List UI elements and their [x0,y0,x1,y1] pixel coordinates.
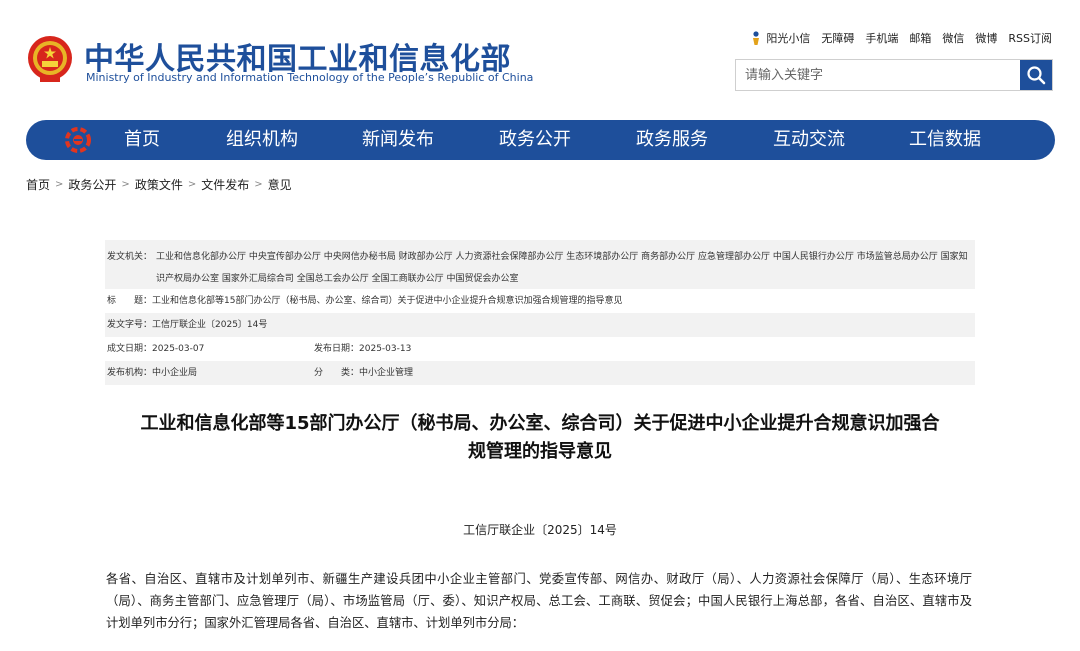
breadcrumb-current[interactable]: 意见 [268,176,292,193]
top-link-sunshine[interactable]: 阳光小信 [751,30,810,46]
info-label-organs: 发文机关： [107,252,153,262]
top-link-mail[interactable]: 邮箱 [909,30,931,46]
info-label-published: 发布日期： [314,344,360,354]
info-row-title: 标 题： 工业和信息化部等15部门办公厅（秘书局、办公室、综合司）关于促进中小企… [105,289,975,313]
info-row-agency: 发布机构： 中小企业局 分 类： 中小企业管理 [105,361,975,385]
info-row-dates: 成文日期： 2025-03-07 发布日期： 2025-03-13 [105,337,975,361]
top-link-mobile[interactable]: 手机端 [865,30,898,46]
top-link-rss[interactable]: RSS订阅 [1008,30,1052,46]
main-nav: 首页 组织机构 新闻发布 政务公开 政务服务 互动交流 工信数据 [26,120,1055,160]
document-number: 工信厅联企业〔2025〕14号 [463,523,617,537]
document-addressees: 各省、自治区、直辖市及计划单列市、新疆生产建设兵团中小企业主管部门、党委宣传部、… [106,572,972,630]
search-icon [1027,66,1046,85]
nav-item-organization[interactable]: 组织机构 [226,120,298,160]
nav-item-government-services[interactable]: 政务服务 [636,120,708,160]
breadcrumb-home[interactable]: 首页 [26,176,50,193]
document-title-line-2: 规管理的指导意见 [468,441,612,462]
national-emblem-icon[interactable] [26,34,74,84]
info-value-agency: 中小企业局 [152,368,198,378]
nav-item-interaction[interactable]: 互动交流 [773,120,845,160]
breadcrumb-separator-icon: > [121,179,130,190]
info-label-agency: 发布机构： [107,368,153,378]
breadcrumb-release[interactable]: 文件发布 [201,176,249,193]
info-label-docno: 发文字号： [107,320,153,330]
search-button[interactable] [1020,60,1052,90]
site-header: 中华人民共和国工业和信息化部 Ministry of Industry and … [0,0,1080,110]
info-value-docno: 工信厅联企业〔2025〕14号 [152,320,268,330]
top-link-accessibility[interactable]: 无障碍 [821,30,854,46]
info-value-title: 工业和信息化部等15部门办公厅（秘书局、办公室、综合司）关于促进中小企业提升合规… [152,296,623,306]
search-box [735,59,1053,91]
info-label-category: 分 类： [314,368,360,378]
document-title: 工业和信息化部等15部门办公厅（秘书局、办公室、综合司）关于促进中小企业提升合规… [108,410,972,466]
info-cell-written: 成文日期： 2025-03-07 [107,337,314,361]
sunshine-person-icon [753,31,760,45]
breadcrumb-separator-icon: > [55,179,64,190]
info-row-organs: 发文机关： 工业和信息化部办公厅 中央宣传部办公厅 中央网信办秘书局 财政部办公… [105,240,975,289]
info-row-docno: 发文字号： 工信厅联企业〔2025〕14号 [105,313,975,337]
nav-item-data[interactable]: 工信数据 [909,120,981,160]
breadcrumb-separator-icon: > [187,179,197,190]
site-subtitle: Ministry of Industry and Information Tec… [86,71,534,84]
top-link-label: 阳光小信 [766,32,811,45]
info-value-category: 中小企业管理 [359,368,414,378]
breadcrumb-policy[interactable]: 政策文件 [135,176,183,193]
info-cell-published: 发布日期： 2025-03-13 [314,337,411,361]
top-link-wechat[interactable]: 微信 [942,30,964,46]
miit-logo-icon[interactable] [64,126,92,154]
document-title-line-1: 工业和信息化部等15部门办公厅（秘书局、办公室、综合司）关于促进中小企业提升合规… [140,413,940,434]
nav-item-news[interactable]: 新闻发布 [362,120,434,160]
breadcrumb-affairs[interactable]: 政务公开 [68,176,116,193]
info-label-written: 成文日期： [107,344,153,354]
info-value-published: 2025-03-13 [359,344,412,354]
search-input[interactable] [736,60,1020,90]
nav-item-home[interactable]: 首页 [124,120,160,160]
top-link-weibo[interactable]: 微博 [975,30,997,46]
info-value-written: 2025-03-07 [152,344,205,354]
info-value-organs: 工业和信息化部办公厅 中央宣传部办公厅 中央网信办秘书局 财政部办公厅 人力资源… [156,252,968,284]
document-info-table: 发文机关： 工业和信息化部办公厅 中央宣传部办公厅 中央网信办秘书局 财政部办公… [105,240,975,385]
nav-item-government-affairs[interactable]: 政务公开 [499,120,571,160]
info-cell-category: 分 类： 中小企业管理 [314,361,413,385]
breadcrumb-separator-icon: > [254,179,263,190]
info-cell-agency: 发布机构： 中小企业局 [107,361,314,385]
info-label-title: 标 题： [107,296,153,306]
breadcrumb: 首页 > 政务公开 > 政策文件 > 文件发布 > 意见 [26,176,292,193]
top-links: 阳光小信 无障碍 手机端 邮箱 微信 微博 RSS订阅 [751,30,1052,46]
